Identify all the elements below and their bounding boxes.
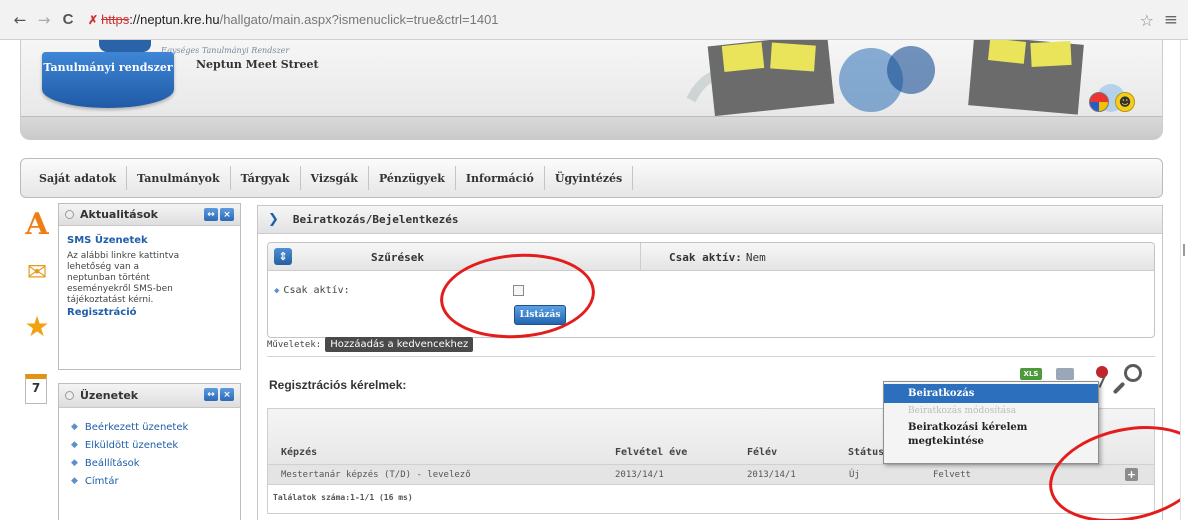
column-header-kepzes[interactable]: Képzés <box>281 447 317 458</box>
logo-subtitle: Egységes Tanulmányi Rendszer <box>161 46 290 55</box>
forward-arrow-icon[interactable]: → <box>34 10 54 30</box>
filter-summary-label: Csak aktív: <box>669 251 742 264</box>
muveletek-bar: Műveletek: Hozzáadás a kedvencekhez <box>267 337 474 352</box>
filter-title: Szűrések <box>371 251 424 264</box>
panel-move-icon[interactable]: ↔ <box>204 208 218 221</box>
bookmark-star-icon[interactable]: ☆ <box>1140 11 1154 30</box>
ctx-beiratkozas[interactable]: Beiratkozás <box>884 384 1098 403</box>
chevron-right-icon: ❯ <box>268 212 279 227</box>
diamond-bullet-icon: ◆ <box>71 458 78 468</box>
sms-description: Az alábbi linkre kattintva lehetőség van… <box>67 251 180 305</box>
address-bar[interactable]: ✗ https ://neptun.kre.hu /hallgato/main.… <box>88 12 499 27</box>
add-favorite-button[interactable]: Hozzáadás a kedvencekhez <box>325 337 474 352</box>
diamond-bullet-icon: ◆ <box>71 422 78 432</box>
cell-felvetel-eve: 2013/14/1 <box>615 470 664 480</box>
filter-summary-value: Nem <box>745 251 766 264</box>
uzenetek-item-beerkezett[interactable]: ◆ Beérkezett üzenetek <box>71 418 240 436</box>
panel-bullet-icon <box>65 391 74 400</box>
neptun-logo[interactable] <box>99 40 151 52</box>
menu-targyak[interactable]: Tárgyak <box>231 166 301 190</box>
menu-informacio[interactable]: Információ <box>456 166 545 190</box>
url-host: ://neptun.kre.hu <box>129 12 220 27</box>
pin-icon[interactable] <box>1096 366 1108 378</box>
header-decoration-illustration <box>686 40 1125 116</box>
browser-menu-icon[interactable]: ≡ <box>1164 10 1178 30</box>
url-path: /hallgato/main.aspx?ismenuclick=true&ctr… <box>219 12 499 27</box>
filter-header: ⇕ Szűrések Csak aktív: Nem <box>268 243 1154 271</box>
content-title-bar: ❯ Beiratkozás/Bejelentkezés <box>258 206 1162 234</box>
broken-lock-icon: ✗ <box>88 12 99 27</box>
sms-title: SMS Üzenetek <box>67 235 148 246</box>
browser-toolbar: ← → C ✗ https ://neptun.kre.hu /hallgato… <box>0 0 1188 40</box>
uzenetek-item-label: Beállítások <box>84 457 140 469</box>
page-scrollbar[interactable] <box>1180 40 1188 520</box>
color-theme-icon[interactable] <box>1089 92 1109 112</box>
panel-move-icon[interactable]: ↔ <box>204 388 218 401</box>
envelope-icon[interactable]: ✉ <box>23 258 51 286</box>
aktualitasok-title-bar: Aktualitások ↔ × <box>59 204 240 226</box>
registration-requests-title: Regisztrációs kérelmek: <box>269 378 407 392</box>
back-arrow-icon[interactable]: ← <box>10 10 30 30</box>
diamond-bullet-icon: ◆ <box>274 285 280 296</box>
sms-registration-link[interactable]: Regisztráció <box>67 307 240 318</box>
content-panel: ❯ Beiratkozás/Bejelentkezés ⇕ Szűrések C… <box>257 205 1163 520</box>
cell-kepzes: Mestertanár képzés (T/D) - levelező <box>281 470 471 480</box>
uzenetek-item-label: Címtár <box>84 475 119 487</box>
menu-tanulmanyok[interactable]: Tanulmányok <box>127 166 231 190</box>
main-menu: Saját adatok Tanulmányok Tárgyak Vizsgák… <box>20 158 1163 198</box>
uzenetek-item-label: Beérkezett üzenetek <box>84 421 189 433</box>
aktualitasok-icon[interactable]: A <box>23 207 51 242</box>
table-row[interactable]: Mestertanár képzés (T/D) - levelező 2013… <box>268 465 1154 485</box>
column-header-statusz[interactable]: Státus <box>848 447 884 458</box>
url-scheme: https <box>101 12 130 27</box>
cell-allapot: Felvett <box>933 470 971 480</box>
panel-bullet-icon <box>65 210 74 219</box>
column-header-felev[interactable]: Félév <box>747 447 777 458</box>
uzenetek-item-elkuldott[interactable]: ◆ Elküldött üzenetek <box>71 436 240 454</box>
page-title: Beiratkozás/Bejelentkezés <box>292 213 459 226</box>
result-count: Találatok száma:1-1/1 (16 ms) <box>273 493 413 502</box>
calendar-icon[interactable]: 7 <box>25 374 47 404</box>
aktualitasok-panel: Aktualitások ↔ × SMS Üzenetek Az alábbi … <box>58 203 241 370</box>
favorites-star-icon[interactable]: ★ <box>23 310 51 343</box>
filter-panel: ⇕ Szűrések Csak aktív: Nem ◆ Csak aktív: … <box>267 242 1155 338</box>
excel-export-icon[interactable]: XLS <box>1020 368 1042 380</box>
csak-aktiv-field-label: ◆ Csak aktív: <box>274 285 350 296</box>
filter-summary: Csak aktív: Nem <box>669 251 766 264</box>
uzenetek-title: Üzenetek <box>80 389 139 402</box>
uzenetek-item-label: Elküldött üzenetek <box>84 439 179 451</box>
column-header-felvetel-eve[interactable]: Felvétel éve <box>615 447 687 458</box>
ctx-beiratkozas-modositasa: Beiratkozás módosítása <box>908 406 1017 416</box>
muveletek-label: Műveletek: <box>267 339 322 350</box>
menu-ugyintezes[interactable]: Ügyintézés <box>545 166 634 190</box>
meet-street-link[interactable]: Neptun Meet Street <box>196 58 319 71</box>
reload-icon[interactable]: C <box>58 10 78 30</box>
csak-aktiv-label-text: Csak aktív: <box>283 285 350 296</box>
cell-felev: 2013/14/1 <box>747 470 796 480</box>
cell-statusz: Új <box>849 470 860 480</box>
aktualitasok-title: Aktualitások <box>80 208 158 221</box>
section-divider <box>267 356 1155 357</box>
scrollbar-thumb[interactable] <box>1183 244 1185 256</box>
menu-penzugyek[interactable]: Pénzügyek <box>369 166 456 190</box>
diamond-bullet-icon: ◆ <box>71 476 78 486</box>
uzenetek-title-bar: Üzenetek ↔ × <box>59 384 240 408</box>
uzenetek-item-beallitasok[interactable]: ◆ Beállítások <box>71 454 240 472</box>
panel-close-icon[interactable]: × <box>220 388 234 401</box>
menu-vizsgak[interactable]: Vizsgák <box>301 166 369 190</box>
magnifier-icon[interactable] <box>1124 364 1142 382</box>
uzenetek-panel: Üzenetek ↔ × ◆ Beérkezett üzenetek ◆ Elk… <box>58 383 241 520</box>
tanulmanyi-rendszer-tab[interactable]: Tanulmányi rendszer <box>42 52 174 108</box>
print-icon[interactable] <box>1056 368 1074 380</box>
header-separator <box>640 243 641 270</box>
diamond-bullet-icon: ◆ <box>71 440 78 450</box>
smiley-icon[interactable]: ☻ <box>1115 92 1135 112</box>
menu-sajat-adatok[interactable]: Saját adatok <box>29 166 128 190</box>
site-header: Egységes Tanulmányi Rendszer ☻ <box>20 40 1163 140</box>
header-strip <box>21 116 1162 139</box>
uzenetek-item-cimtar[interactable]: ◆ Címtár <box>71 472 240 490</box>
filter-toggle-icon[interactable]: ⇕ <box>274 248 292 265</box>
panel-close-icon[interactable]: × <box>220 208 234 221</box>
ctx-kerelem-megtekintese[interactable]: Beiratkozási kérelem megtekintése <box>884 419 1098 449</box>
